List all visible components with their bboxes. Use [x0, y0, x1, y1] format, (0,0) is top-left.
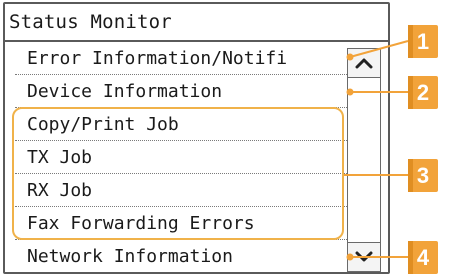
- menu-item-tx-job[interactable]: TX Job: [15, 141, 347, 174]
- menu-item-fax-forwarding-errors[interactable]: Fax Forwarding Errors: [15, 207, 347, 240]
- status-menu-list: Error Information/Notifi Device Informat…: [15, 42, 347, 272]
- screen-title: Status Monitor: [5, 4, 388, 42]
- chevron-down-icon: [355, 251, 373, 262]
- callout-badge-2: 2: [408, 76, 438, 109]
- scroll-down-button[interactable]: [347, 242, 381, 272]
- menu-item-rx-job[interactable]: RX Job: [15, 174, 347, 207]
- chevron-up-icon: [355, 58, 373, 69]
- menu-item-device-information[interactable]: Device Information: [15, 75, 347, 108]
- menu-item-error-information[interactable]: Error Information/Notifi: [15, 42, 347, 75]
- menu-item-copy-print-job[interactable]: Copy/Print Job: [15, 108, 347, 141]
- callout-badge-3: 3: [408, 159, 438, 192]
- callout-badge-4: 4: [408, 241, 438, 274]
- scroll-up-button[interactable]: [347, 48, 381, 78]
- callout-badge-1: 1: [408, 25, 438, 58]
- scrollbar[interactable]: [347, 48, 381, 272]
- menu-item-network-information[interactable]: Network Information: [15, 240, 347, 272]
- status-monitor-screen: Status Monitor Error Information/Notifi …: [3, 2, 390, 274]
